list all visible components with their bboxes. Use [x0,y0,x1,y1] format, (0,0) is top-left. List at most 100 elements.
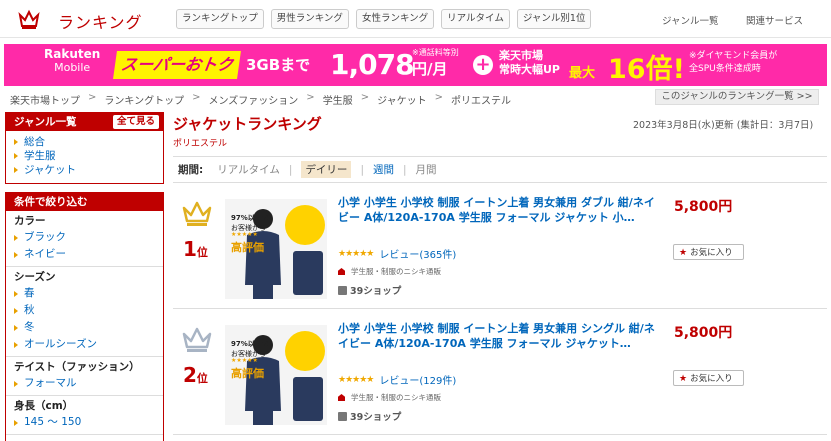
shop-name: 学生服・制服のニシキ通販 [338,392,441,403]
silver-crown-icon [182,327,212,352]
filter-option[interactable]: 145 ～ 150 [14,414,163,431]
tab-ranking-top[interactable]: ランキングトップ [176,9,264,29]
filter-header: 条件で絞り込む [6,193,163,211]
see-all-button[interactable]: 全て見る [112,115,159,129]
bullet-icon [14,167,18,173]
shop-39-badge: 39ショップ [338,409,401,423]
filter-option[interactable]: 秋 [14,302,163,319]
review-link[interactable]: レビュー(129件) [379,372,456,387]
thumb-caption: 97%以上の [231,214,269,222]
filter-option[interactable]: フォーマル [14,375,163,392]
period-monthly[interactable]: 月間 [416,162,437,177]
truck-icon [338,285,347,295]
bullet-icon [14,324,18,331]
breadcrumb-item[interactable]: ランキングトップ [104,92,184,107]
period-weekly[interactable]: 週間 [373,162,394,177]
ranking-item: 1位 97%以上の お客様から ★★★★★ 高評価 小学 小学生 小学校 制服 … [173,187,827,309]
filter-option-label: オールシーズン [24,338,97,350]
favorite-button[interactable]: ★ お気に入り [673,370,744,386]
genre-ranking-list-button[interactable]: このジャンルのランキング一覧 >> [655,89,819,105]
filter-group-season: シーズン 春 秋 冬 オールシーズン [6,267,163,357]
genre-links: 総合 学生服 ジャケット [6,131,163,177]
banner-plan: 3GBまで [246,56,311,74]
tab-genre-first[interactable]: ジャンル別1位 [516,9,592,29]
filter-option[interactable]: ブラック [14,229,163,246]
bullet-icon [14,251,18,258]
thumb-caption: 高評価 [231,367,264,380]
genre-link-jacket[interactable]: ジャケット [14,163,163,177]
genre-link-all[interactable]: 総合 [14,135,163,149]
banner-price-unit: 円/月 [412,60,448,78]
period-daily[interactable]: デイリー [301,161,352,178]
filter-group-color: カラー ブラック ネイビー [6,211,163,267]
shop-39-label: 39ショップ [350,286,402,297]
favorite-label: お気に入り [690,373,733,383]
filter-option[interactable]: オールシーズン [14,336,163,353]
genre-link-label: ジャケット [24,164,76,176]
site-header: ランキング ランキングトップ 男性ランキング 女性ランキング リアルタイム ジャ… [0,0,831,38]
chevron-right-icon: > [360,92,370,103]
filter-group-title: テイスト（ファッション） [14,361,140,373]
product-title-link[interactable]: 小学 小学生 小学校 制服 イートン上着 男女兼用 シングル 紺/ネイビー A体… [338,321,656,351]
product-image[interactable]: 97%以上の お客様から ★★★★★ 高評価 [225,199,327,299]
genre-link-uniform[interactable]: 学生服 [14,149,163,163]
tab-realtime[interactable]: リアルタイム [441,9,510,29]
banner-note: ※ダイヤモンド会員が 全SPU条件達成時 [689,50,777,76]
filter-option[interactable]: 冬 [14,319,163,336]
banner-price-note: ※通話料等別 [412,48,459,57]
truck-icon [338,411,347,421]
banner-brand-top: Rakuten [44,47,101,61]
shop-link[interactable]: 学生服・制服のニシキ通販 [351,392,441,403]
bullet-icon [14,139,18,145]
promo-banner[interactable]: Rakuten Mobile スーパーおトク 3GBまで 1,078 ※通話料等… [4,44,827,86]
genre-list-link[interactable]: ジャンル一覧 [662,13,719,27]
gold-crown-icon [182,201,212,226]
breadcrumb: 楽天市場トップ > ランキングトップ > メンズファッション > 学生服 > ジャケット… [10,92,511,107]
product-price: 5,800円 [674,325,733,341]
filter-title: 条件で絞り込む [14,196,88,208]
thumb-caption: 97%以上の [231,340,269,348]
shop-name: 学生服・制服のニシキ通販 [338,266,441,277]
breadcrumb-item[interactable]: ジャケット [377,92,427,107]
tab-female-ranking[interactable]: 女性ランキング [355,9,435,29]
period-realtime[interactable]: リアルタイム [217,162,280,177]
thumb-stars: ★★★★★ [231,231,258,238]
filter-option-label: 145 ～ 150 [24,416,82,428]
chevron-right-icon: > [192,92,201,103]
filter-option-label: フォーマル [24,377,77,389]
filter-option[interactable]: ネイビー [14,246,163,263]
shop-icon [338,268,345,275]
bullet-icon [14,290,18,297]
breadcrumb-item[interactable]: 学生服 [323,92,353,107]
banner-ichiba-line1: 楽天市場 [499,49,543,62]
chevron-right-icon: > [306,92,315,103]
crown-logo-icon[interactable] [18,8,40,30]
related-services-link[interactable]: 関連サービス [746,13,803,27]
shop-link[interactable]: 学生服・制服のニシキ通販 [351,266,441,277]
thumb-caption: 高評価 [231,241,264,254]
bullet-icon [14,307,18,314]
tab-male-ranking[interactable]: 男性ランキング [270,9,349,29]
filter-option[interactable]: 春 [14,285,163,302]
breadcrumb-item[interactable]: ポリエステル [451,92,511,107]
period-divider: | [402,163,407,176]
page-subtitle-link[interactable]: ポリエステル [173,136,227,149]
shop-icon [338,394,345,401]
bullet-icon [14,153,18,159]
breadcrumb-item[interactable]: 楽天市場トップ [10,92,80,107]
banner-price: 1,078 [330,48,415,81]
banner-multiplier: 16倍! [608,54,685,85]
product-title-link[interactable]: 小学 小学生 小学校 制服 イートン上着 男女兼用 ダブル 紺/ネイビー A体/… [338,195,656,225]
bullet-icon [14,341,18,348]
breadcrumb-item[interactable]: メンズファッション [208,92,298,107]
ranking-logo-link[interactable]: ランキング [58,9,143,33]
favorite-button[interactable]: ★ お気に入り [673,244,744,260]
product-image[interactable]: 97%以上の お客様から ★★★★★ 高評価 [225,325,327,425]
bullet-icon [14,234,18,241]
ranking-item: 2位 97%以上の お客様から ★★★★★ 高評価 小学 小学生 小学校 制服 … [173,313,827,435]
ranking-nav-tabs: ランキングトップ 男性ランキング 女性ランキング リアルタイム ジャンル別1位 [176,9,592,29]
chevron-right-icon: > [88,92,97,103]
review-link[interactable]: レビュー(365件) [379,246,456,261]
rank-value: 2 [183,363,197,387]
rank-suffix: 位 [196,372,208,385]
